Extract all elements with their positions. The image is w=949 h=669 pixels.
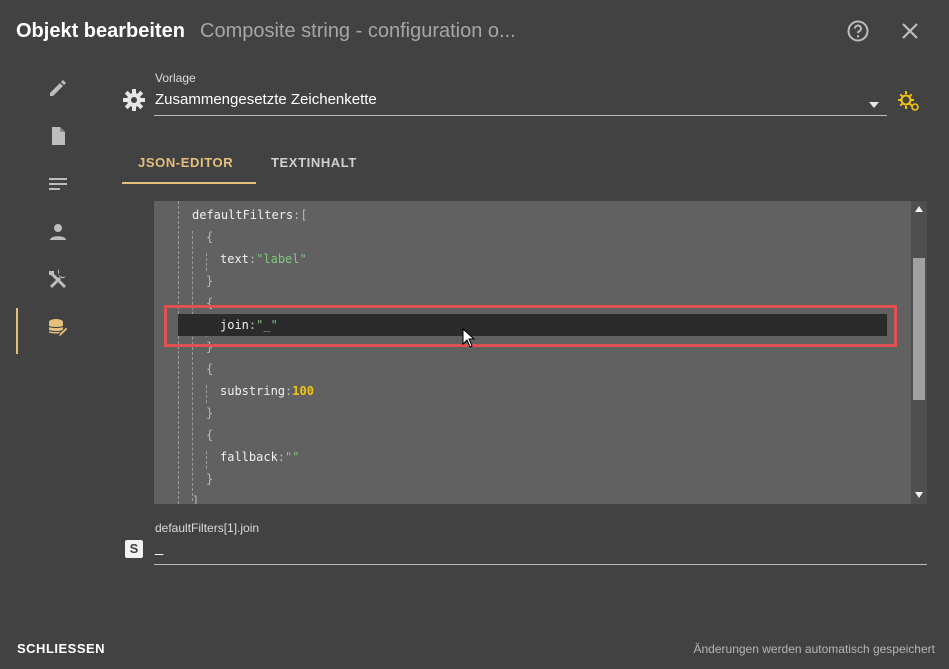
text-lines-icon: [47, 173, 69, 200]
file-icon: [47, 125, 69, 152]
sidebar-item-file[interactable]: [38, 118, 78, 158]
code-token: {: [206, 230, 214, 244]
code-line[interactable]: {: [206, 424, 213, 446]
dialog-subtitle: Composite string - configuration o...: [200, 20, 516, 42]
code-token: "label": [256, 252, 307, 266]
code-token: :: [277, 450, 286, 464]
code-token: fallback: [220, 450, 278, 464]
template-select-value[interactable]: Zusammengesetzte Zeichenkette: [155, 91, 377, 108]
code-content[interactable]: defaultFilters:[{text:"label"}{join:"_"}…: [154, 204, 911, 504]
selection-highlight-box: [164, 305, 897, 347]
code-line[interactable]: substring:100: [220, 380, 314, 402]
code-token: {: [206, 362, 214, 376]
code-token: {: [206, 428, 214, 442]
code-line[interactable]: text:"label": [220, 248, 307, 270]
code-line[interactable]: fallback:"": [220, 446, 299, 468]
string-type-icon: S: [125, 540, 143, 558]
field-path-label: defaultFilters[1].join: [155, 521, 260, 535]
scrollbar-thumb[interactable]: [913, 258, 925, 400]
code-line[interactable]: }: [206, 402, 213, 424]
code-token: substring: [220, 384, 286, 398]
code-token: }: [206, 472, 214, 486]
code-token: }: [206, 274, 214, 288]
join-value-input[interactable]: _: [155, 539, 163, 556]
settings-gear-icon: [122, 88, 146, 117]
template-select-underline: [154, 115, 887, 116]
sidebar-item-edit[interactable]: [38, 70, 78, 110]
active-tab-underline: [122, 182, 256, 184]
code-line[interactable]: defaultFilters:[: [192, 204, 308, 226]
code-token: ]: [192, 494, 200, 504]
sidebar-item-database[interactable]: [38, 310, 78, 350]
code-line[interactable]: }: [206, 468, 213, 490]
code-token: defaultFilters: [192, 208, 294, 222]
sidebar-item-tools[interactable]: [38, 262, 78, 302]
code-line[interactable]: ]: [192, 490, 199, 504]
code-token: :[: [293, 208, 308, 222]
autosave-status: Änderungen werden automatisch gespeicher…: [693, 642, 936, 656]
code-token: "": [285, 450, 300, 464]
join-value-underline: [154, 564, 927, 565]
person-icon: [47, 221, 69, 248]
code-token: }: [206, 406, 214, 420]
code-line[interactable]: {: [206, 226, 213, 248]
close-icon[interactable]: [897, 18, 923, 44]
code-token: 100: [292, 384, 314, 398]
sidebar-item-user[interactable]: [38, 214, 78, 254]
tab-json-editor[interactable]: JSON-EDITOR: [138, 155, 233, 170]
close-button[interactable]: SCHLIESSEN: [17, 641, 105, 656]
tools-icon: [47, 268, 69, 296]
code-token: text: [220, 252, 249, 266]
dialog-title: Objekt bearbeiten: [16, 20, 185, 42]
sidebar-active-indicator: [16, 308, 18, 354]
sidebar-item-text[interactable]: [38, 166, 78, 206]
database-edit-icon: [47, 317, 69, 344]
tab-text-content[interactable]: TEXTINHALT: [271, 155, 357, 170]
code-line[interactable]: {: [206, 358, 213, 380]
template-label: Vorlage: [155, 71, 196, 85]
cog-settings-icon[interactable]: [896, 88, 920, 117]
dropdown-arrow-icon[interactable]: [868, 96, 880, 114]
mouse-cursor-icon: [462, 327, 476, 353]
help-circle-icon[interactable]: [845, 18, 871, 44]
pencil-icon: [47, 77, 69, 104]
code-line[interactable]: }: [206, 270, 213, 292]
